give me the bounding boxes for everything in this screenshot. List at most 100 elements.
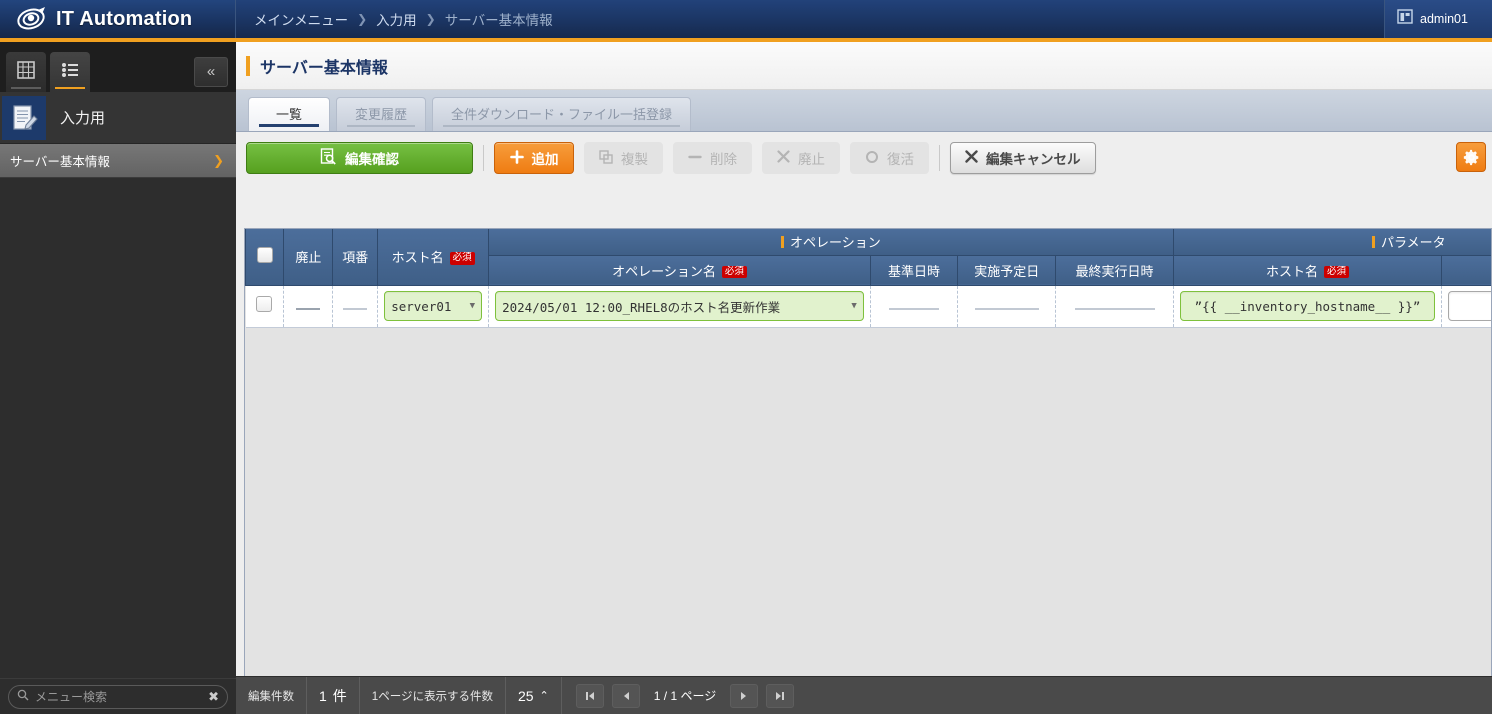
grid-footer: 編集件数 1 件 1ページに表示する件数 25 ⌃ 1 / 1 ページ	[236, 676, 1492, 714]
chevron-down-icon: ▼	[470, 301, 475, 311]
app-root: IT Automation メインメニュー ❯ 入力用 ❯ サーバー基本情報 a…	[0, 0, 1492, 714]
sidebar: « 入力用 サーバー基本情報 ❯	[0, 42, 236, 714]
edit-cancel-label: 編集キャンセル	[986, 148, 1081, 168]
gear-icon[interactable]	[1456, 142, 1486, 172]
plus-icon	[510, 150, 524, 167]
operation-value: 2024/05/01 12:00_RHEL8のホスト名更新作業	[502, 297, 845, 316]
grid-header-hostname: ホスト名必須	[378, 229, 489, 285]
breadcrumb-item-1[interactable]: 入力用	[376, 9, 417, 29]
grid-header-base-date: 基準日時	[870, 255, 957, 285]
chevron-up-icon: ⌃	[540, 689, 549, 702]
operation-select[interactable]: 2024/05/01 12:00_RHEL8のホスト名更新作業 ▼	[495, 291, 864, 321]
required-badge: 必須	[722, 266, 747, 279]
empty-dash	[343, 308, 367, 310]
clear-icon[interactable]: ✖	[208, 689, 219, 705]
grid-header-select-all[interactable]	[246, 229, 284, 285]
cell-base-date	[870, 285, 957, 327]
toolbar-separator	[483, 145, 484, 171]
sidebar-collapse-button[interactable]: «	[194, 57, 228, 87]
list-icon	[60, 60, 80, 85]
sidebar-tab-list[interactable]	[50, 52, 90, 92]
hostname-select[interactable]: server01 ▼	[384, 291, 482, 321]
sidebar-tab-underline-active	[55, 87, 85, 89]
chevron-right-icon: ❯	[357, 12, 367, 26]
brand-text: IT Automation	[56, 8, 192, 31]
grid-header-param-hostname: ホスト名必須	[1173, 255, 1442, 285]
delete-label: 削除	[710, 148, 737, 168]
param-hostname-input[interactable]: ”{{ __inventory_hostname__ }}”	[1180, 291, 1436, 321]
brand[interactable]: IT Automation	[0, 0, 236, 38]
sidebar-section-label: 入力用	[60, 107, 105, 128]
edit-count-value: 1	[319, 688, 327, 704]
tab-underline	[347, 125, 415, 127]
cell-param-hostname[interactable]: ”{{ __inventory_hostname__ }}”	[1173, 285, 1442, 327]
edit-count-unit: 件	[333, 686, 347, 706]
empty-dash	[975, 308, 1039, 310]
search-icon	[17, 688, 29, 706]
cell-remarks[interactable]	[1442, 285, 1492, 327]
document-search-icon	[320, 148, 337, 168]
empty-dash	[1075, 308, 1155, 310]
last-page-icon[interactable]	[766, 684, 794, 708]
required-badge: 必須	[450, 252, 475, 265]
chevron-right-icon: ❯	[426, 12, 436, 26]
grid-group-header-row: 廃止 項番 ホスト名必須 オペレーション パラメータ	[246, 229, 1492, 255]
sidebar-item-server-basic-info[interactable]: サーバー基本情報 ❯	[0, 144, 236, 178]
add-button[interactable]: 追加	[494, 142, 574, 174]
table-row[interactable]: server01 ▼ 2024/05/01 12:00_RHEL8のホスト名更新…	[246, 285, 1492, 327]
notepad-pencil-icon	[2, 96, 46, 140]
param-hostname-value: ”{{ __inventory_hostname__ }}”	[1195, 299, 1421, 314]
first-page-icon[interactable]	[576, 684, 604, 708]
menu-search-input[interactable]: メニュー検索 ✖	[8, 685, 228, 709]
restore-button: 復活	[850, 142, 929, 174]
per-page-select[interactable]: 25 ⌃	[506, 677, 562, 714]
x-icon	[777, 150, 790, 166]
cell-operation[interactable]: 2024/05/01 12:00_RHEL8のホスト名更新作業 ▼	[489, 285, 871, 327]
duplicate-label: 複製	[621, 148, 648, 168]
sidebar-tabs: «	[0, 42, 236, 92]
tab-change-history[interactable]: 変更履歴	[336, 97, 426, 131]
cell-hostname[interactable]: server01 ▼	[378, 285, 489, 327]
action-toolbar: 編集確認 追加 複製	[236, 132, 1492, 184]
grid-header-operation-label: オペレーション名	[612, 264, 716, 279]
edit-cancel-button[interactable]: 編集キャンセル	[950, 142, 1096, 174]
cell-last-run	[1056, 285, 1173, 327]
chevron-down-icon: ▼	[851, 301, 856, 311]
sidebar-section-input[interactable]: 入力用	[0, 92, 236, 144]
tab-bulk-download-upload[interactable]: 全件ダウンロード・ファイル一括登録	[432, 97, 691, 131]
hostname-value: server01	[391, 299, 463, 314]
user-window-icon	[1397, 9, 1413, 29]
main-content: サーバー基本情報 一覧 変更履歴 全件ダウンロード・ファイル一括登録	[236, 42, 1492, 714]
prev-page-icon[interactable]	[612, 684, 640, 708]
required-badge: 必須	[1324, 266, 1349, 279]
row-select-cell[interactable]	[246, 285, 284, 327]
tab-underline	[443, 125, 680, 127]
grid-header-operation-name: オペレーション名必須	[489, 255, 871, 285]
menu-search-placeholder: メニュー検索	[35, 688, 202, 705]
duplicate-button: 複製	[584, 142, 663, 174]
row-checkbox[interactable]	[256, 296, 272, 312]
grid-header-remarks: 備考	[1442, 255, 1492, 285]
next-page-icon[interactable]	[730, 684, 758, 708]
empty-dash	[296, 308, 320, 310]
breadcrumb-item-0[interactable]: メインメニュー	[254, 9, 348, 29]
cell-plan-date	[958, 285, 1056, 327]
user-name: admin01	[1420, 12, 1468, 26]
per-page-value: 25	[518, 688, 534, 704]
select-all-checkbox[interactable]	[257, 247, 273, 263]
edit-confirm-button[interactable]: 編集確認	[246, 142, 473, 174]
remarks-input[interactable]	[1448, 291, 1492, 321]
restore-label: 復活	[887, 148, 914, 168]
sidebar-tab-grid[interactable]	[6, 52, 46, 92]
grid-group-header-parameter: パラメータ	[1173, 229, 1492, 255]
tab-list[interactable]: 一覧	[248, 97, 330, 131]
cell-seq	[333, 285, 378, 327]
grid-header-abolish: 廃止	[284, 229, 333, 285]
tab-label: 全件ダウンロード・ファイル一括登録	[451, 108, 672, 121]
breadcrumb-item-2: サーバー基本情報	[445, 9, 553, 29]
chevron-right-icon: ❯	[213, 153, 224, 169]
tab-label: 一覧	[276, 108, 302, 121]
swirl-eye-logo-icon	[14, 4, 48, 34]
user-menu[interactable]: admin01	[1384, 0, 1492, 38]
grid-icon	[16, 60, 36, 85]
